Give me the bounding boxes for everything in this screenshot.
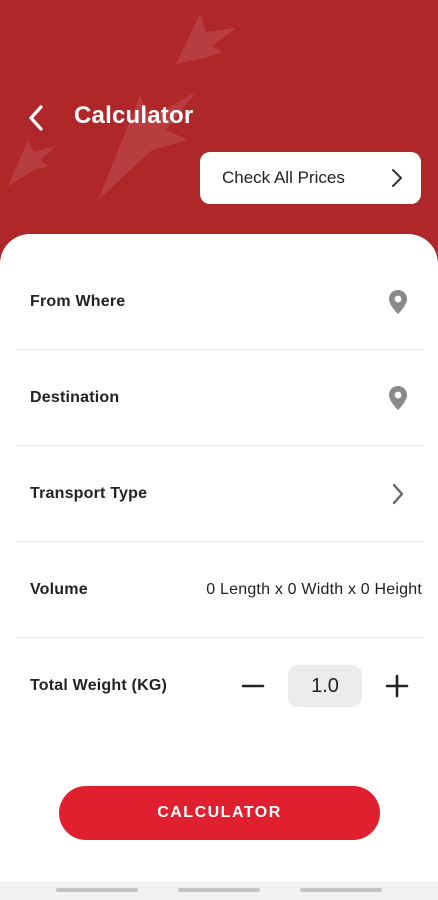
total-weight-label: Total Weight (KG) — [30, 677, 168, 694]
page-title: Calculator — [74, 102, 194, 129]
from-where-field[interactable]: From Where — [16, 254, 422, 350]
header: Calculator Check All Prices — [0, 0, 438, 260]
volume-field[interactable]: Volume 0 Length x 0 Width x 0 Height — [16, 542, 422, 638]
system-navigation-bar — [0, 882, 438, 900]
chevron-left-icon — [29, 105, 43, 131]
minus-icon — [241, 684, 265, 688]
nav-pill[interactable] — [300, 888, 382, 892]
nav-pill[interactable] — [56, 888, 138, 892]
check-all-prices-label: Check All Prices — [222, 168, 345, 187]
transport-type-field[interactable]: Transport Type — [16, 446, 422, 542]
weight-value[interactable]: 1.0 — [288, 665, 362, 707]
volume-label: Volume — [30, 580, 88, 598]
location-pin-icon[interactable] — [386, 383, 410, 413]
back-button[interactable] — [16, 96, 56, 140]
from-where-label: From Where — [30, 292, 126, 310]
decrement-button[interactable] — [236, 669, 270, 703]
chevron-right-icon[interactable] — [386, 479, 410, 509]
destination-label: Destination — [30, 388, 120, 406]
chevron-right-icon — [391, 168, 405, 188]
increment-button[interactable] — [380, 669, 414, 703]
weight-stepper: 1.0 — [236, 665, 414, 707]
plus-icon — [385, 674, 409, 698]
calculator-button[interactable]: CALCULATOR — [59, 786, 380, 840]
nav-pill[interactable] — [178, 888, 260, 892]
total-weight-field: Total Weight (KG) 1.0 — [16, 638, 422, 734]
transport-type-label: Transport Type — [30, 484, 148, 502]
bird-watermark-icon — [8, 14, 236, 200]
check-all-prices-button[interactable]: Check All Prices — [200, 152, 421, 204]
location-pin-icon[interactable] — [386, 287, 410, 317]
destination-field[interactable]: Destination — [16, 350, 422, 446]
volume-value: 0 Length x 0 Width x 0 Height — [206, 580, 422, 598]
